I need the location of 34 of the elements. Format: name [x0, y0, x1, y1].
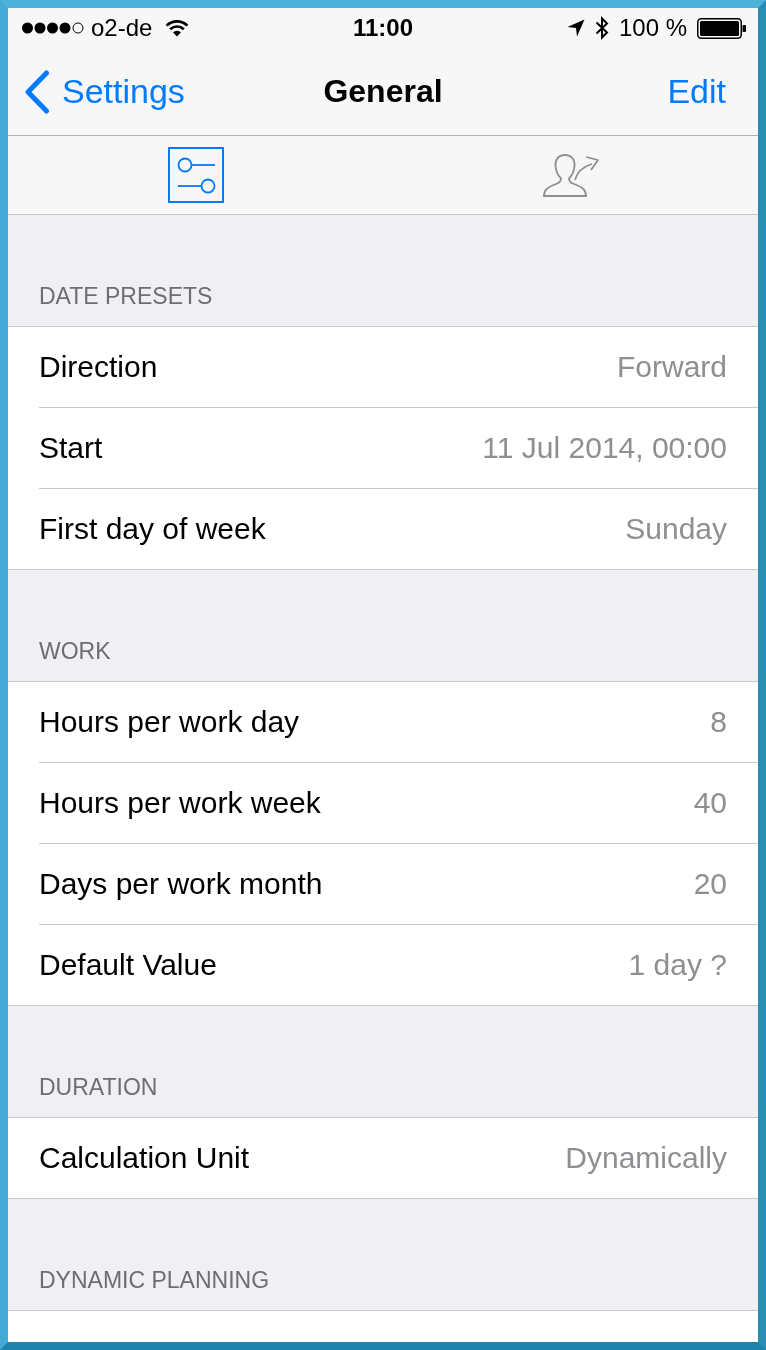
section-header: DATE PRESETS — [39, 282, 213, 310]
wifi-icon — [165, 19, 190, 37]
section-header: WORK — [39, 637, 111, 665]
row-label: Calculation Unit — [39, 1141, 250, 1175]
row-label: Direction — [39, 350, 158, 384]
row-label: Start — [39, 431, 103, 465]
section-header: DURATION — [39, 1073, 158, 1101]
row-value[interactable]: Forward — [616, 350, 727, 384]
location-arrow-icon — [566, 19, 585, 37]
chevron-left-icon — [24, 69, 50, 114]
battery-icon — [697, 17, 746, 39]
row-value[interactable]: 20 — [693, 867, 727, 901]
row-label: Hours per work day — [39, 705, 300, 739]
person-arrow-icon — [540, 151, 601, 199]
back-button[interactable]: Settings — [24, 69, 185, 114]
row-value[interactable]: Sunday — [625, 512, 727, 546]
row-label: Hours per work week — [39, 786, 321, 820]
signal-dots-icon — [22, 22, 84, 34]
battery-percent: 100 % — [618, 14, 687, 42]
row-value[interactable]: 11 Jul 2014, 00:00 — [482, 431, 727, 465]
row-value[interactable]: 40 — [693, 786, 727, 820]
row-label: Default Value — [39, 948, 217, 982]
row-label: First day of week — [39, 512, 266, 546]
row-label: Days per work month — [39, 867, 323, 901]
row-value[interactable]: Dynamically — [565, 1141, 727, 1175]
section-header: DYNAMIC PLANNING — [39, 1266, 270, 1294]
row-value[interactable]: 8 — [710, 705, 727, 739]
status-time: 11:00 — [352, 14, 414, 42]
row-value[interactable]: 1 day ? — [628, 948, 727, 982]
carrier-name: o2-de — [91, 14, 153, 42]
bluetooth-icon — [594, 16, 609, 40]
edit-button[interactable]: Edit — [667, 72, 726, 111]
segment-tab[interactable] — [167, 147, 224, 203]
screen-title: General — [323, 73, 443, 110]
